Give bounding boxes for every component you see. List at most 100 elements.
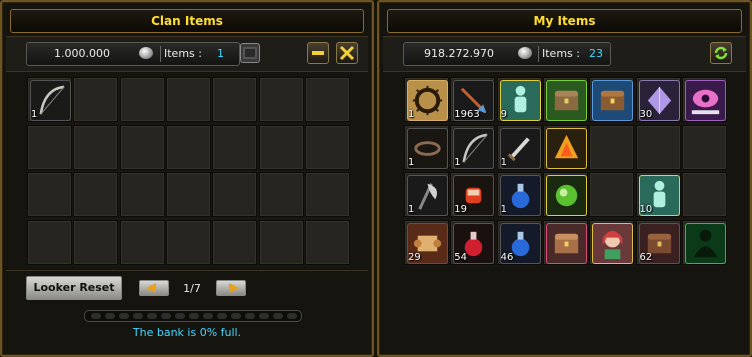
clan-slot[interactable] — [304, 77, 350, 122]
mine-slot[interactable] — [681, 124, 727, 170]
mine-slot[interactable]: 1 — [496, 124, 542, 170]
clan-slot[interactable] — [27, 172, 72, 217]
item-quantity: 62 — [639, 251, 653, 263]
item-quantity: 1 — [408, 109, 415, 120]
clan-slot[interactable] — [73, 172, 119, 217]
clan-items-title: Clan Items — [10, 9, 364, 33]
clan-slot[interactable] — [304, 172, 350, 217]
mine-slot[interactable] — [681, 219, 727, 265]
green-orb-icon[interactable] — [545, 175, 587, 216]
capacity-text: The bank is 0% full. — [132, 326, 242, 339]
mine-slot[interactable]: 29 — [404, 219, 449, 265]
item-quantity: 1963 — [454, 109, 480, 120]
clan-slot[interactable] — [258, 124, 304, 170]
clan-slot[interactable] — [73, 77, 119, 122]
mine-slot[interactable]: 9 — [496, 77, 542, 122]
mine-slot[interactable] — [681, 172, 727, 217]
clan-money-amount: 1.000.000 — [54, 47, 110, 60]
minimize-button[interactable] — [307, 42, 329, 64]
mine-slot[interactable] — [589, 219, 635, 265]
mine-slot[interactable] — [681, 77, 727, 122]
mine-slot[interactable] — [589, 124, 635, 170]
mine-slot[interactable] — [542, 172, 588, 217]
item-quantity: 1 — [500, 156, 507, 168]
fire-gem-icon[interactable] — [545, 127, 587, 169]
clan-slot[interactable] — [73, 124, 119, 170]
mine-slot[interactable]: 1 — [404, 172, 449, 217]
item-quantity: 30 — [639, 109, 653, 120]
clan-items-panel: Clan Items 1.000.000 Items : 1 1 Looker … — [0, 0, 374, 357]
mine-slot[interactable]: 10 — [635, 172, 681, 217]
mine-slot[interactable]: 1 — [496, 172, 542, 217]
page-indicator: 1/7 — [183, 282, 201, 295]
clan-slot[interactable] — [119, 77, 165, 122]
clan-slot[interactable] — [212, 219, 258, 265]
mine-slot[interactable]: 46 — [496, 219, 542, 265]
clan-slot[interactable] — [258, 219, 304, 265]
clan-slot[interactable] — [212, 124, 258, 170]
item-quantity: 54 — [454, 251, 468, 263]
refresh-button[interactable] — [710, 42, 732, 64]
clan-slot[interactable] — [119, 172, 165, 217]
mine-slot[interactable]: 1 — [404, 124, 449, 170]
clan-item-grid: 1 — [27, 77, 351, 267]
refresh-icon — [714, 46, 728, 60]
clan-top-bar: 1.000.000 Items : 1 — [6, 36, 368, 72]
green-chest-icon[interactable] — [545, 80, 587, 121]
mine-slot[interactable]: 62 — [635, 219, 681, 265]
mine-slot[interactable]: 19 — [450, 172, 496, 217]
close-icon — [339, 45, 355, 61]
my-item-grid: 1 1963 9 30 1 1 1 1 19 1 10 29 54 46 62 — [404, 77, 728, 267]
clan-money-box: 1.000.000 Items : 1 — [26, 42, 240, 66]
minimize-icon — [312, 51, 324, 55]
mine-slot[interactable]: 30 — [635, 77, 681, 122]
green-shadow-icon[interactable] — [684, 222, 726, 264]
my-money-box: 918.272.970 Items : 23 — [403, 42, 611, 66]
mine-slot[interactable] — [635, 124, 681, 170]
prev-page-button[interactable] — [139, 280, 169, 296]
clan-items-label: Items : — [164, 47, 202, 60]
mine-slot[interactable] — [542, 219, 588, 265]
clan-slot[interactable] — [165, 172, 211, 217]
clan-slot[interactable] — [165, 219, 211, 265]
item-quantity: 1 — [408, 204, 415, 215]
clan-slot[interactable] — [165, 77, 211, 122]
item-quantity: 19 — [454, 204, 468, 215]
clan-slot[interactable] — [304, 219, 350, 265]
clan-slot[interactable] — [258, 77, 304, 122]
mine-slot[interactable] — [589, 172, 635, 217]
clan-slot[interactable] — [27, 219, 72, 265]
mine-slot[interactable]: 1963 — [450, 77, 496, 122]
clan-slot[interactable] — [119, 219, 165, 265]
clan-slot[interactable] — [212, 77, 258, 122]
clan-slot[interactable] — [73, 219, 119, 265]
clan-slot[interactable] — [27, 124, 72, 170]
mine-slot[interactable]: 1 — [404, 77, 449, 122]
clan-slot[interactable]: 1 — [27, 77, 72, 122]
looker-reset-button[interactable]: Looker Reset — [26, 276, 122, 300]
mine-slot[interactable]: 54 — [450, 219, 496, 265]
clan-slot[interactable] — [304, 124, 350, 170]
close-button[interactable] — [336, 42, 358, 64]
mine-slot[interactable] — [542, 77, 588, 122]
item-quantity: 9 — [500, 109, 507, 120]
pink-chest-icon[interactable] — [545, 222, 587, 264]
clan-slot[interactable] — [165, 124, 211, 170]
girl-portrait-icon[interactable] — [592, 222, 634, 264]
item-quantity: 1 — [500, 204, 507, 215]
pink-eye-icon[interactable] — [684, 80, 726, 121]
my-items-title: My Items — [387, 9, 742, 33]
next-page-button[interactable] — [216, 280, 246, 296]
clan-slot[interactable] — [258, 172, 304, 217]
clan-items-count: 1 — [217, 47, 224, 60]
item-quantity: 1 — [408, 156, 415, 168]
mine-slot[interactable]: 1 — [450, 124, 496, 170]
bag-icon[interactable] — [240, 43, 260, 63]
mine-slot[interactable] — [589, 77, 635, 122]
mine-slot[interactable] — [542, 124, 588, 170]
item-quantity: 1 — [31, 109, 38, 120]
clan-slot[interactable] — [119, 124, 165, 170]
clan-slot[interactable] — [212, 172, 258, 217]
blue-chest-icon[interactable] — [592, 80, 634, 121]
arrow-right-icon — [229, 283, 239, 293]
